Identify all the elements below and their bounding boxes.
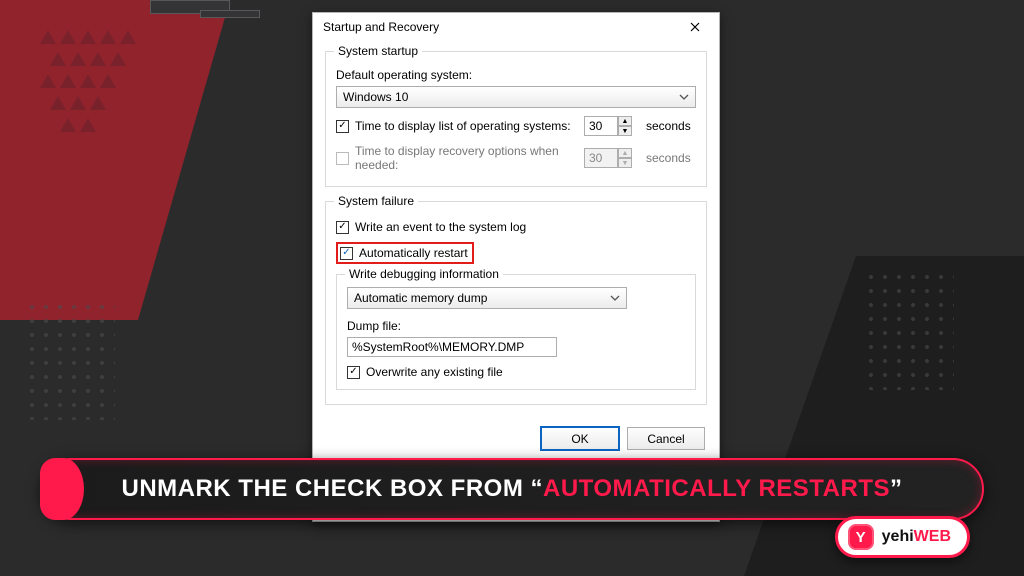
time-list-label: Time to display list of operating system… [355, 119, 571, 133]
badge-text: yehiWEB [882, 528, 951, 546]
dialog-title: Startup and Recovery [323, 20, 439, 34]
time-list-checkbox[interactable] [336, 120, 349, 133]
system-startup-group: System startup Default operating system:… [325, 51, 707, 187]
write-event-checkbox[interactable] [336, 221, 349, 234]
debug-info-legend: Write debugging information [345, 267, 503, 281]
dump-type-value: Automatic memory dump [354, 291, 487, 305]
time-list-up[interactable]: ▲ [618, 116, 632, 126]
default-os-value: Windows 10 [343, 90, 408, 104]
time-list-row: Time to display list of operating system… [336, 116, 696, 136]
banner-suffix: ” [890, 475, 903, 502]
time-recovery-up: ▲ [618, 148, 632, 158]
yehiweb-badge: Y yehiWEB [835, 516, 970, 558]
banner-text: UNMARK THE CHECK BOX FROM “AUTOMATICALLY… [121, 475, 902, 503]
default-os-label: Default operating system: [336, 68, 696, 82]
default-os-combo[interactable]: Windows 10 [336, 86, 696, 108]
dump-type-combo[interactable]: Automatic memory dump [347, 287, 627, 309]
overwrite-label: Overwrite any existing file [366, 365, 503, 379]
auto-restart-label: Automatically restart [359, 246, 468, 260]
banner-accent: AUTOMATICALLY RESTARTS [543, 475, 890, 502]
auto-restart-highlight: Automatically restart [336, 242, 474, 264]
close-icon [690, 22, 700, 32]
bg-dots-left [25, 300, 115, 420]
chevron-down-icon [679, 92, 689, 102]
system-failure-legend: System failure [334, 194, 418, 208]
titlebar: Startup and Recovery [313, 13, 719, 41]
time-recovery-down: ▼ [618, 158, 632, 168]
overwrite-checkbox[interactable] [347, 366, 360, 379]
dump-file-input[interactable] [347, 337, 557, 357]
write-event-row: Write an event to the system log [336, 220, 696, 234]
badge-text-right: WEB [914, 528, 951, 545]
dialog-buttons: OK Cancel [313, 417, 719, 460]
time-recovery-spinner: ▲ ▼ [584, 148, 632, 168]
badge-icon: Y [848, 524, 874, 550]
overwrite-row: Overwrite any existing file [347, 365, 685, 379]
time-recovery-row: Time to display recovery options when ne… [336, 144, 696, 172]
time-list-input[interactable] [584, 116, 618, 136]
banner-knob [40, 458, 84, 520]
time-recovery-label: Time to display recovery options when ne… [355, 144, 578, 172]
time-recovery-checkbox[interactable] [336, 152, 349, 165]
auto-restart-row: Automatically restart [336, 242, 696, 264]
instruction-banner: UNMARK THE CHECK BOX FROM “AUTOMATICALLY… [40, 458, 984, 520]
system-startup-legend: System startup [334, 44, 422, 58]
auto-restart-checkbox[interactable] [340, 247, 353, 260]
chevron-down-icon [610, 293, 620, 303]
dialog-body: System startup Default operating system:… [313, 41, 719, 417]
close-button[interactable] [681, 13, 709, 41]
time-list-spinner[interactable]: ▲ ▼ [584, 116, 632, 136]
time-recovery-unit: seconds [646, 151, 696, 165]
banner-prefix: UNMARK THE CHECK BOX FROM “ [121, 475, 543, 502]
cancel-button[interactable]: Cancel [627, 427, 705, 450]
write-event-label: Write an event to the system log [355, 220, 526, 234]
system-failure-group: System failure Write an event to the sys… [325, 201, 707, 405]
bg-ghost-rect-2 [200, 10, 260, 18]
badge-icon-glyph: Y [856, 529, 866, 546]
debug-info-subgroup: Write debugging information Automatic me… [336, 274, 696, 390]
time-list-unit: seconds [646, 119, 696, 133]
dump-file-label: Dump file: [347, 319, 685, 333]
time-list-down[interactable]: ▼ [618, 126, 632, 136]
badge-text-left: yehi [882, 528, 914, 545]
startup-recovery-dialog: Startup and Recovery System startup Defa… [312, 12, 720, 522]
ok-button[interactable]: OK [541, 427, 619, 450]
bg-dots-right [864, 270, 954, 390]
bg-tri-pattern [40, 30, 180, 160]
time-recovery-input [584, 148, 618, 168]
